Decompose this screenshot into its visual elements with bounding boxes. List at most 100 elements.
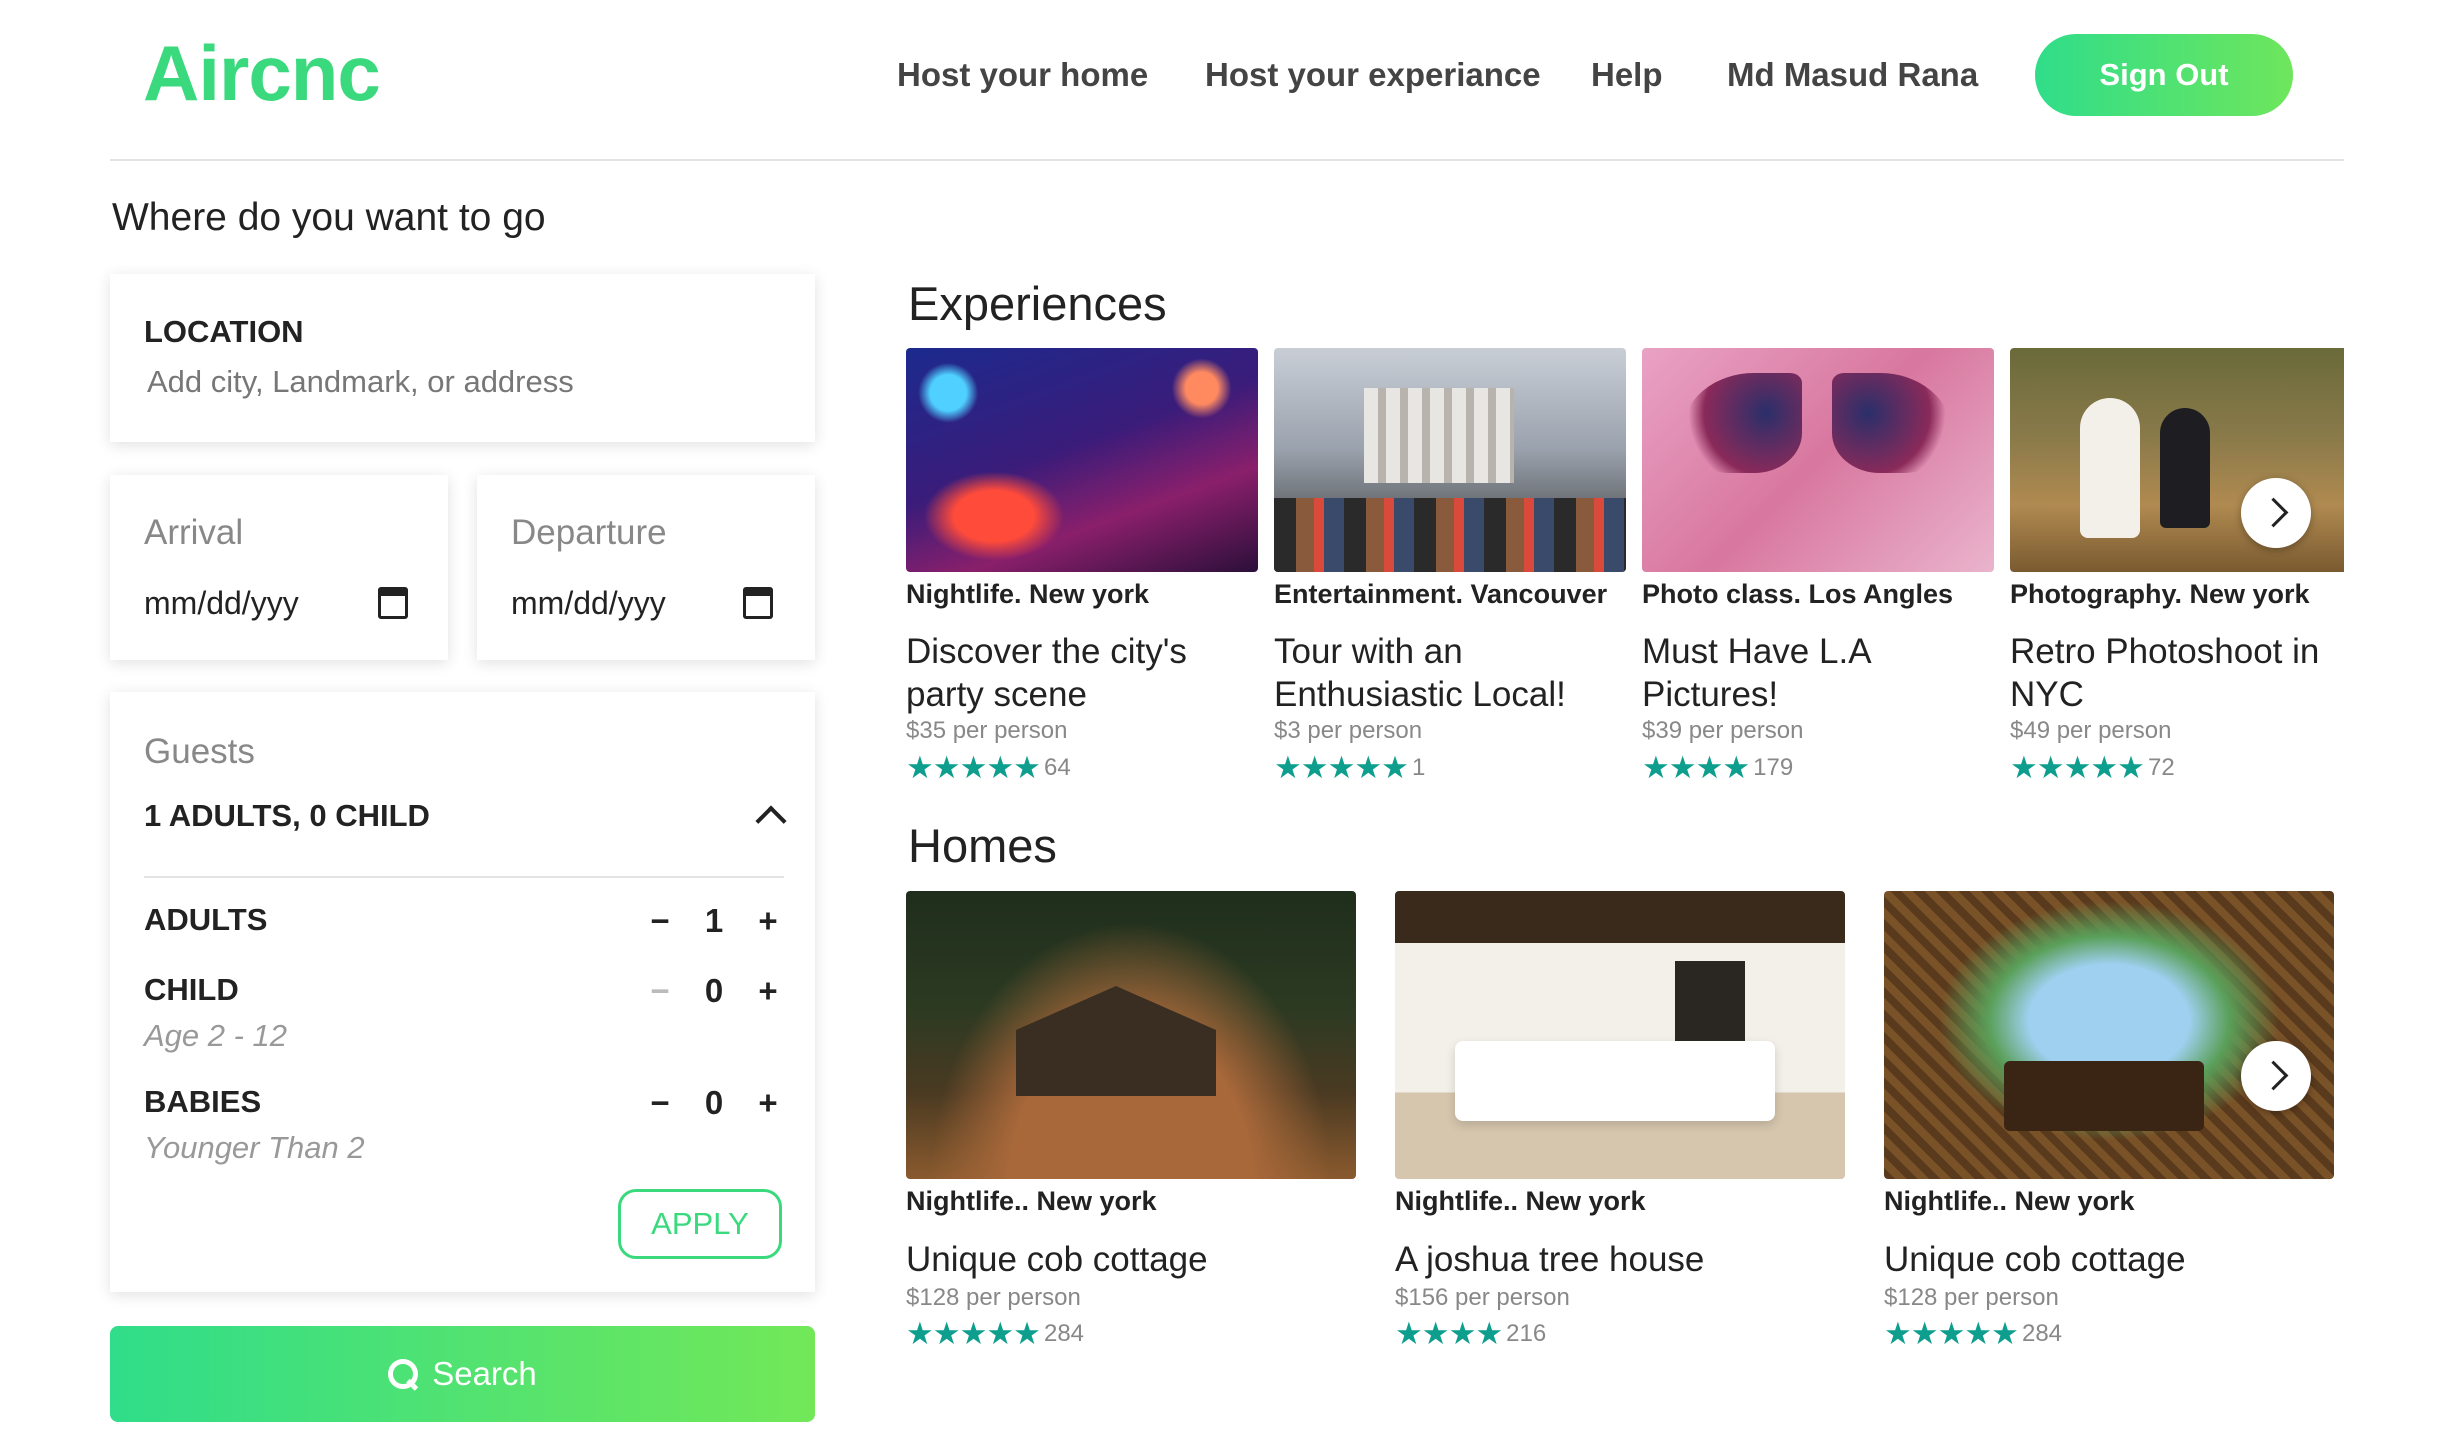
star-rating-icon: ★★★★★ bbox=[906, 750, 1041, 785]
home-price: $156 per person bbox=[1395, 1284, 1570, 1311]
experience-title[interactable]: Retro Photoshoot in NYC bbox=[2010, 630, 2319, 716]
nav-host-your-experience[interactable]: Host your experiance bbox=[1205, 56, 1541, 94]
adults-decrement-button[interactable]: − bbox=[643, 902, 677, 940]
home-price: $128 per person bbox=[906, 1284, 1081, 1311]
babies-increment-button[interactable]: + bbox=[751, 1084, 785, 1122]
search-button[interactable]: Search bbox=[110, 1326, 815, 1422]
review-count: 1 bbox=[1411, 754, 1426, 781]
babies-count: 0 bbox=[704, 1084, 724, 1121]
child-age-hint: Age 2 - 12 bbox=[144, 1018, 288, 1053]
experience-image-party[interactable] bbox=[906, 348, 1258, 572]
guests-divider bbox=[144, 876, 784, 878]
adults-label: ADULTS bbox=[144, 902, 268, 937]
experience-tag: Nightlife. New york bbox=[906, 579, 1150, 609]
departure-field[interactable]: Departure mm/dd/yyy bbox=[477, 475, 815, 660]
home-price: $128 per person bbox=[1884, 1284, 2059, 1311]
review-count: 72 bbox=[2147, 754, 2175, 781]
calendar-icon[interactable] bbox=[743, 587, 773, 619]
child-label: CHILD bbox=[144, 972, 239, 1007]
babies-age-hint: Younger Than 2 bbox=[144, 1130, 365, 1165]
nav-host-your-home[interactable]: Host your home bbox=[897, 56, 1148, 94]
experience-price: $35 per person bbox=[906, 717, 1068, 744]
search-heading: Where do you want to go bbox=[112, 196, 546, 239]
guests-label: Guests bbox=[144, 732, 255, 771]
experience-title-line: Pictures! bbox=[1642, 675, 1779, 714]
nav-user-name[interactable]: Md Masud Rana bbox=[1727, 56, 1978, 94]
guests-summary[interactable]: 1 ADULTS, 0 CHILD bbox=[144, 798, 430, 834]
review-count: 284 bbox=[2021, 1320, 2063, 1347]
star-rating-icon: ★★★★★ bbox=[2010, 750, 2145, 785]
experiences-title: Experiences bbox=[908, 277, 1167, 330]
star-rating-icon: ★★★★ bbox=[1395, 1316, 1503, 1351]
child-increment-button[interactable]: + bbox=[751, 972, 785, 1010]
star-rating-icon: ★★★★★ bbox=[906, 1316, 1041, 1351]
calendar-icon[interactable] bbox=[378, 587, 408, 619]
experiences-next-arrow-icon[interactable] bbox=[2241, 478, 2311, 548]
search-icon bbox=[388, 1359, 419, 1389]
homes-next-arrow-icon[interactable] bbox=[2241, 1041, 2311, 1111]
experience-title-line: Retro Photoshoot in bbox=[2010, 632, 2320, 671]
experience-image-wall-street[interactable] bbox=[1274, 348, 1626, 572]
home-rating: ★★★★★ 284 bbox=[1884, 1316, 2062, 1352]
star-rating-icon: ★★★★★ bbox=[1274, 750, 1409, 785]
location-input[interactable]: Add city, Landmark, or address bbox=[147, 364, 574, 400]
experience-price: $49 per person bbox=[2010, 717, 2172, 744]
review-count: 64 bbox=[1043, 754, 1071, 781]
home-rating: ★★★★★ 284 bbox=[906, 1316, 1084, 1352]
experience-title[interactable]: Discover the city's party scene bbox=[906, 630, 1187, 716]
chevron-up-icon[interactable] bbox=[755, 805, 787, 837]
home-title[interactable]: Unique cob cottage bbox=[906, 1238, 1208, 1281]
experience-title-line: party scene bbox=[906, 675, 1087, 714]
child-decrement-button[interactable]: − bbox=[643, 972, 677, 1010]
arrival-date-input[interactable]: mm/dd/yyy bbox=[144, 585, 299, 622]
home-image-living-room[interactable] bbox=[1395, 891, 1845, 1179]
star-rating-icon: ★★★★ bbox=[1642, 750, 1750, 785]
sign-out-button[interactable]: Sign Out bbox=[2035, 34, 2293, 116]
location-label: LOCATION bbox=[144, 314, 304, 349]
review-count: 216 bbox=[1506, 1320, 1547, 1347]
header-divider bbox=[110, 159, 2344, 161]
review-count: 179 bbox=[1753, 754, 1794, 781]
apply-button[interactable]: APPLY bbox=[618, 1189, 782, 1259]
experience-title-line: NYC bbox=[2010, 675, 2084, 714]
home-title[interactable]: A joshua tree house bbox=[1395, 1238, 1704, 1281]
home-title[interactable]: Unique cob cottage bbox=[1884, 1238, 2186, 1281]
child-count: 0 bbox=[704, 972, 724, 1009]
experience-price: $39 per person bbox=[1642, 717, 1804, 744]
adults-count: 1 bbox=[704, 902, 724, 939]
home-tag: Nightlife.. New york bbox=[906, 1186, 1157, 1216]
experience-title-line: Discover the city's bbox=[906, 632, 1187, 671]
babies-label: BABIES bbox=[144, 1084, 262, 1119]
experience-title[interactable]: Tour with an Enthusiastic Local! bbox=[1274, 630, 1566, 716]
experience-tag: Photo class. Los Angles bbox=[1642, 579, 1954, 609]
review-count: 284 bbox=[1043, 1320, 1085, 1347]
experience-tag: Entertainment. Vancouver bbox=[1274, 579, 1608, 609]
experience-rating: ★★★★ 179 bbox=[1642, 750, 1793, 786]
nav-help[interactable]: Help bbox=[1591, 56, 1663, 94]
departure-date-input[interactable]: mm/dd/yyy bbox=[511, 585, 666, 622]
arrival-field[interactable]: Arrival mm/dd/yyy bbox=[110, 475, 448, 660]
experience-tag: Photography. New york bbox=[2010, 579, 2310, 609]
adults-increment-button[interactable]: + bbox=[751, 902, 785, 940]
home-image-cabin[interactable] bbox=[906, 891, 1356, 1179]
experience-price: $3 per person bbox=[1274, 717, 1423, 744]
experience-rating: ★★★★★ 72 bbox=[2010, 750, 2175, 786]
search-button-label: Search bbox=[432, 1355, 537, 1392]
location-field[interactable]: LOCATION Add city, Landmark, or address bbox=[110, 274, 815, 442]
experience-rating: ★★★★★ 1 bbox=[1274, 750, 1425, 786]
experience-image-wings[interactable] bbox=[1642, 348, 1994, 572]
experience-title-line: Tour with an bbox=[1274, 632, 1463, 671]
experience-rating: ★★★★★ 64 bbox=[906, 750, 1071, 786]
aircnc-logo[interactable]: Aircnc bbox=[143, 28, 381, 119]
experience-title-line: Must Have L.A bbox=[1642, 632, 1872, 671]
experience-title[interactable]: Must Have L.A Pictures! bbox=[1642, 630, 1872, 716]
star-rating-icon: ★★★★★ bbox=[1884, 1316, 2019, 1351]
home-tag: Nightlife.. New york bbox=[1884, 1186, 2135, 1216]
home-rating: ★★★★ 216 bbox=[1395, 1316, 1546, 1352]
homes-title: Homes bbox=[908, 819, 1057, 872]
home-image-patio[interactable] bbox=[1884, 891, 2334, 1179]
departure-label: Departure bbox=[511, 513, 667, 552]
arrival-label: Arrival bbox=[144, 513, 244, 552]
guests-card: Guests 1 ADULTS, 0 CHILD ADULTS − 1 + CH… bbox=[110, 692, 815, 1292]
babies-decrement-button[interactable]: − bbox=[643, 1084, 677, 1122]
